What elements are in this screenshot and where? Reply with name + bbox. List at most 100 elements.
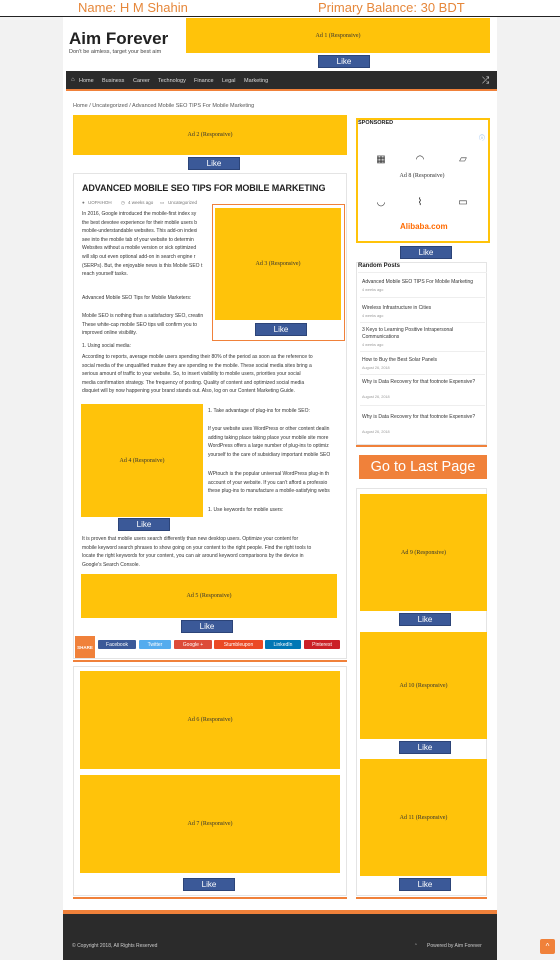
divider xyxy=(360,322,485,323)
nav-item-technology[interactable]: Technology xyxy=(158,78,186,84)
nav-item-finance[interactable]: Finance xyxy=(194,78,214,84)
ad-4[interactable]: Ad 4 (Responsive) xyxy=(81,404,203,517)
divider xyxy=(360,374,485,375)
random-post-date: 4 weeks ago xyxy=(362,288,384,292)
breadcrumb-separator: / xyxy=(89,103,91,109)
breadcrumb: Home / Uncategorized / Advanced Mobile S… xyxy=(73,103,254,109)
sleep-mask-image[interactable]: ◠ xyxy=(402,141,438,177)
post-paragraph-2: Advanced Mobile SEO Tips for Mobile Mark… xyxy=(82,295,192,301)
ad-2[interactable]: Ad 2 (Responsive) xyxy=(73,115,347,155)
calculator-image[interactable]: ▦ xyxy=(366,141,396,177)
divider xyxy=(73,660,347,662)
nav-item-business[interactable]: Business xyxy=(102,78,124,84)
shuffle-icon[interactable]: ⤮ xyxy=(482,75,489,86)
like-button-ad-7[interactable]: Like xyxy=(183,878,235,891)
share-google-button[interactable]: Google + xyxy=(174,640,212,649)
divider xyxy=(73,897,347,899)
divider xyxy=(360,297,485,298)
ad-10[interactable]: Ad 10 (Responsive) xyxy=(360,632,487,739)
like-button-ad-11[interactable]: Like xyxy=(399,878,451,891)
divider xyxy=(356,445,487,447)
ad-3[interactable]: Ad 3 (Responsive) xyxy=(215,208,341,320)
like-button-ad-5[interactable]: Like xyxy=(181,620,233,633)
random-post-date: 4 weeks ago xyxy=(362,314,384,318)
share-pinterest-button[interactable]: Pinterest xyxy=(304,640,340,649)
list-item-2: 1. Take advantage of plug-ins for mobile… xyxy=(208,408,310,414)
random-post-5[interactable]: Why is Data Recovery for that footnote E… xyxy=(362,379,484,386)
folder-icon: ▭ xyxy=(160,200,165,205)
ad-9[interactable]: Ad 9 (Responsive) xyxy=(360,494,487,611)
random-post-2[interactable]: Wireless Infrastructure in Cities xyxy=(362,305,484,312)
nav-item-marketing[interactable]: Marketing xyxy=(244,78,268,84)
like-button-ad-10[interactable]: Like xyxy=(399,741,451,754)
post-paragraph-1: In 2016, Google introduced the mobile-fi… xyxy=(82,211,203,278)
post-category[interactable]: Uncategorized xyxy=(168,200,197,205)
random-post-4[interactable]: How to Buy the Best Solar Panels xyxy=(362,357,484,364)
post-date: 4 weeks ago xyxy=(128,200,154,205)
clock-icon: ◷ xyxy=(121,200,125,205)
powered-by: Powered by Aim Forever xyxy=(427,943,482,949)
divider xyxy=(356,897,487,899)
ad-5[interactable]: Ad 5 (Responsive) xyxy=(81,574,337,618)
divider xyxy=(360,351,485,352)
cable-image[interactable]: ⌇ xyxy=(402,185,438,219)
ad-7[interactable]: Ad 7 (Responsive) xyxy=(80,775,340,873)
random-post-date: August 26, 2018 xyxy=(362,366,390,370)
sponsored-title: SPONSORED xyxy=(358,120,394,126)
post-title: Advanced Mobile SEO Tips For Mobile Mark… xyxy=(82,183,326,193)
home-icon: ⌂ xyxy=(71,77,75,83)
like-button-ad-4[interactable]: Like xyxy=(118,518,170,531)
ad-1[interactable]: Ad 1 (Responsive) xyxy=(186,18,490,53)
powerbank-image[interactable]: ▱ xyxy=(444,141,482,177)
post-paragraph-5: If your website uses WordPress or other … xyxy=(208,426,331,458)
alibaba-logo[interactable]: Alibaba.com xyxy=(400,222,448,231)
breadcrumb-current: Advanced Mobile SEO TIPS For Mobile Mark… xyxy=(132,103,255,109)
post-author[interactable]: UOPAIHOH xyxy=(88,200,112,205)
site-tagline: Don't be aimless, target your best aim xyxy=(69,49,162,55)
trailer-image[interactable]: ▭ xyxy=(444,185,482,219)
main-nav: ⌂ Home Business Career Technology Financ… xyxy=(66,71,497,91)
random-post-date: August 26, 2018 xyxy=(362,395,390,399)
breadcrumb-separator: / xyxy=(129,103,131,109)
random-post-date: 4 weeks ago xyxy=(362,343,384,347)
like-button-ad-9[interactable]: Like xyxy=(399,613,451,626)
user-name: Name: H M Shahin xyxy=(78,0,188,15)
account-bar: Name: H M Shahin Primary Balance: 30 BDT xyxy=(0,0,560,17)
list-item-1: 1. Using social media: xyxy=(82,343,131,349)
random-posts-title: Random Posts xyxy=(358,263,401,269)
share-label: SHARE xyxy=(75,636,95,658)
breadcrumb-home[interactable]: Home xyxy=(73,103,88,109)
share-linkedin-button[interactable]: LinkedIn xyxy=(265,640,301,649)
ad-8-label: Ad 8 (Responsive) xyxy=(399,173,445,179)
ad-11[interactable]: Ad 11 (Responsive) xyxy=(360,759,487,876)
like-button-ad-8[interactable]: Like xyxy=(400,246,452,259)
nav-item-home[interactable]: Home xyxy=(79,78,94,84)
post-paragraph-3: Mobile SEO is nothing than a satisfactor… xyxy=(82,313,204,337)
nav-item-legal[interactable]: Legal xyxy=(222,78,235,84)
post-paragraph-4: According to reports, average mobile use… xyxy=(82,354,313,395)
site-logo[interactable]: Aim Forever xyxy=(69,29,168,49)
divider xyxy=(358,272,487,273)
post-paragraph-7: It is proven that mobile users search di… xyxy=(82,536,312,568)
scroll-to-top-button[interactable]: ^ xyxy=(540,939,555,954)
copyright: © Copyright 2018, All Rights Reserved xyxy=(72,943,158,949)
post-paragraph-6: WPtouch is the popular universal WordPre… xyxy=(208,471,330,495)
random-post-1[interactable]: Advanced Mobile SEO TIPS For Mobile Mark… xyxy=(362,279,484,286)
author-icon: ● xyxy=(82,200,85,205)
ad-6[interactable]: Ad 6 (Responsive) xyxy=(80,671,340,769)
share-stumbleupon-button[interactable]: Stumbleupon xyxy=(214,640,263,649)
like-button-ad-1[interactable]: Like xyxy=(318,55,370,68)
primary-balance: Primary Balance: 30 BDT xyxy=(318,0,465,15)
nav-item-career[interactable]: Career xyxy=(133,78,150,84)
breadcrumb-category[interactable]: Uncategorized xyxy=(92,103,127,109)
random-post-6[interactable]: Why is Data Recovery for that footnote E… xyxy=(362,414,484,421)
rss-icon[interactable]: ◔ xyxy=(414,942,417,948)
random-post-3[interactable]: 3 Keys to Learning Positive Intrapersona… xyxy=(362,327,484,341)
like-button-ad-2[interactable]: Like xyxy=(188,157,240,170)
slippers-image[interactable]: ◡ xyxy=(366,185,396,219)
share-twitter-button[interactable]: Twitter xyxy=(139,640,171,649)
like-button-ad-3[interactable]: Like xyxy=(255,323,307,336)
footer xyxy=(63,910,497,960)
go-to-last-page-button[interactable]: Go to Last Page xyxy=(359,455,487,479)
share-facebook-button[interactable]: Facebook xyxy=(98,640,136,649)
